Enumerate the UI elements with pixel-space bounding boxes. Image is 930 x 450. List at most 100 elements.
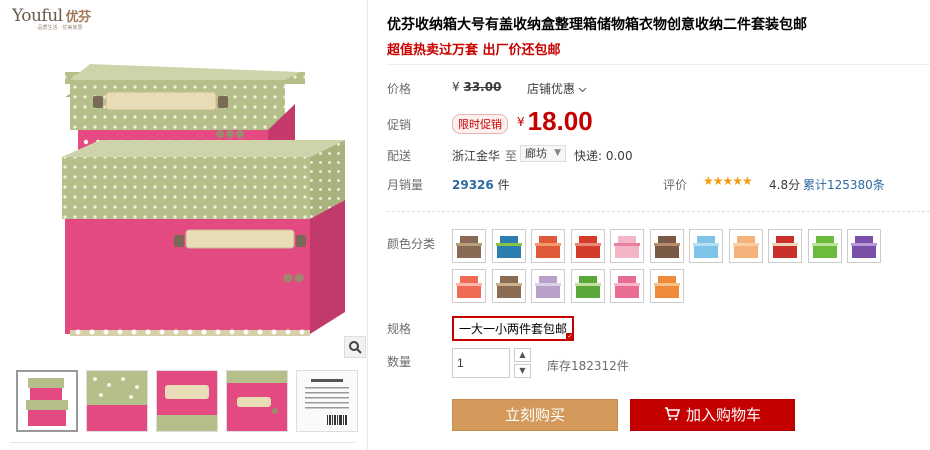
color-swatch-coffee[interactable] — [452, 229, 486, 263]
storage-box-illustration — [62, 64, 345, 336]
brand-name: Youful — [12, 6, 63, 26]
sales-label: 月销量 — [387, 178, 424, 192]
promo-price-value: 18.00 — [527, 106, 593, 136]
original-price: ¥ 33.00 — [452, 80, 501, 94]
add-to-cart-label: 加入购物车 — [685, 406, 761, 424]
currency-symbol: ¥ — [517, 115, 525, 129]
thumbnail-5[interactable] — [296, 370, 358, 432]
swatch-lid — [772, 243, 798, 246]
rating-label: 评价 — [663, 178, 688, 192]
original-price-value: 33.00 — [463, 80, 502, 94]
ship-to-label: 至 — [505, 149, 518, 163]
swatch-box-large — [812, 244, 837, 258]
color-swatch-peach[interactable] — [728, 229, 763, 263]
shop-promo-dropdown[interactable]: 店铺优惠 — [527, 80, 587, 97]
swatch-lid — [811, 243, 838, 246]
color-swatch-purple[interactable] — [847, 229, 881, 263]
product-title: 优芬收纳箱大号有盖收纳盒整理箱储物箱衣物创意收纳二件套装包邮 — [387, 17, 807, 33]
color-swatch-coral[interactable] — [452, 269, 486, 303]
swatch-lid — [535, 243, 561, 246]
thumbnail-4[interactable] — [226, 370, 288, 432]
rating-count[interactable]: 累计125380条 — [803, 176, 885, 193]
divider — [10, 442, 355, 443]
add-to-cart-button[interactable]: 加入购物车 — [630, 399, 795, 431]
stock-count: 库存182312件 — [547, 359, 629, 373]
divider — [387, 64, 930, 65]
promo-badge: 限时促销 — [452, 114, 508, 134]
swatch-lid — [693, 243, 719, 246]
color-swatch-red[interactable] — [570, 229, 605, 263]
swatch-lid — [653, 243, 680, 246]
swatch-box-large — [496, 244, 521, 258]
rating-count-link[interactable]: 累计125380条 — [803, 178, 885, 192]
chevron-down-icon — [578, 87, 587, 93]
thumbnail-3[interactable] — [156, 370, 218, 432]
rating-stars-icon: ★★★★★ — [703, 174, 753, 188]
product-gallery: Youful 优芬 ·品质生活· ·优美家居· — [0, 0, 368, 450]
swatch-box-large — [733, 244, 758, 258]
swatch-box-large — [496, 284, 521, 298]
sales-count: 29326 — [452, 178, 494, 192]
color-swatch-green-dot[interactable] — [570, 269, 605, 303]
monthly-sales: 29326 件 — [452, 176, 510, 193]
thumbnail-image — [87, 371, 147, 431]
swatch-box-large — [575, 284, 600, 298]
swatch-box-large — [615, 284, 639, 298]
shipping-label: 配送 — [387, 149, 412, 163]
brand-name-cn: 优芬 — [65, 10, 92, 25]
thumbnail-strip — [10, 370, 365, 442]
color-swatch-orange[interactable] — [649, 269, 684, 303]
color-swatch-blue-green[interactable] — [491, 229, 526, 263]
color-swatch-coffee-dot[interactable] — [491, 269, 526, 303]
swatch-box-large — [694, 244, 718, 258]
color-swatch-red-beige[interactable] — [768, 229, 802, 263]
swatch-lid — [851, 243, 877, 246]
shop-promo-label: 店铺优惠 — [527, 82, 576, 96]
destination-select[interactable]: 廊坊 ▼ — [520, 145, 566, 162]
color-swatch-light-blue[interactable] — [689, 229, 723, 263]
promo-label: 促销 — [387, 118, 412, 132]
color-swatch-pink[interactable] — [610, 269, 644, 303]
zoom-button[interactable] — [344, 336, 366, 358]
rating-score: 4.8分 — [769, 178, 801, 192]
swatch-lid — [614, 243, 640, 246]
cart-icon — [664, 406, 680, 420]
swatch-lid — [653, 283, 680, 286]
swatch-lid — [495, 283, 522, 286]
thumbnail-image — [157, 371, 217, 431]
swatch-lid — [574, 243, 601, 246]
swatch-box-large — [615, 244, 639, 258]
brand-tagline: ·品质生活· ·优美家居· — [36, 25, 84, 31]
thumbnail-image — [26, 378, 68, 426]
color-swatch-orange-red[interactable] — [531, 229, 565, 263]
quantity-input[interactable] — [452, 348, 510, 378]
color-swatch-green[interactable] — [807, 229, 842, 263]
swatch-lid — [456, 283, 482, 286]
swatch-box-large — [457, 244, 481, 258]
swatch-box-large — [654, 244, 679, 258]
divider — [387, 211, 930, 212]
thumbnail-2[interactable] — [86, 370, 148, 432]
swatch-box-large — [575, 244, 600, 258]
color-swatch-pink-floral[interactable] — [610, 229, 644, 263]
destination-value: 廊坊 — [525, 147, 547, 160]
check-icon: ✓ — [566, 333, 575, 341]
main-product-image[interactable] — [10, 32, 365, 357]
buy-now-button[interactable]: 立刻购买 — [452, 399, 618, 431]
spec-option-label: 一大一小两件套包邮 — [459, 322, 568, 336]
quantity-increase-button[interactable]: ▲ — [514, 348, 531, 362]
color-label: 颜色分类 — [387, 237, 436, 251]
color-swatch-brown[interactable] — [649, 229, 684, 263]
quantity-decrease-button[interactable]: ▼ — [514, 364, 531, 378]
swatch-box-large — [654, 284, 679, 298]
currency-symbol: ¥ — [452, 80, 460, 94]
thumbnail-1[interactable] — [16, 370, 78, 432]
swatch-lid — [732, 243, 759, 246]
swatch-lid — [495, 243, 522, 246]
swatch-lid — [535, 283, 561, 286]
color-swatch-lilac[interactable] — [531, 269, 565, 303]
spec-option-selected[interactable]: 一大一小两件套包邮 ✓ — [452, 316, 575, 341]
thumbnail-image — [297, 371, 357, 431]
thumbnail-image — [227, 371, 287, 431]
magnifier-icon — [349, 341, 362, 354]
